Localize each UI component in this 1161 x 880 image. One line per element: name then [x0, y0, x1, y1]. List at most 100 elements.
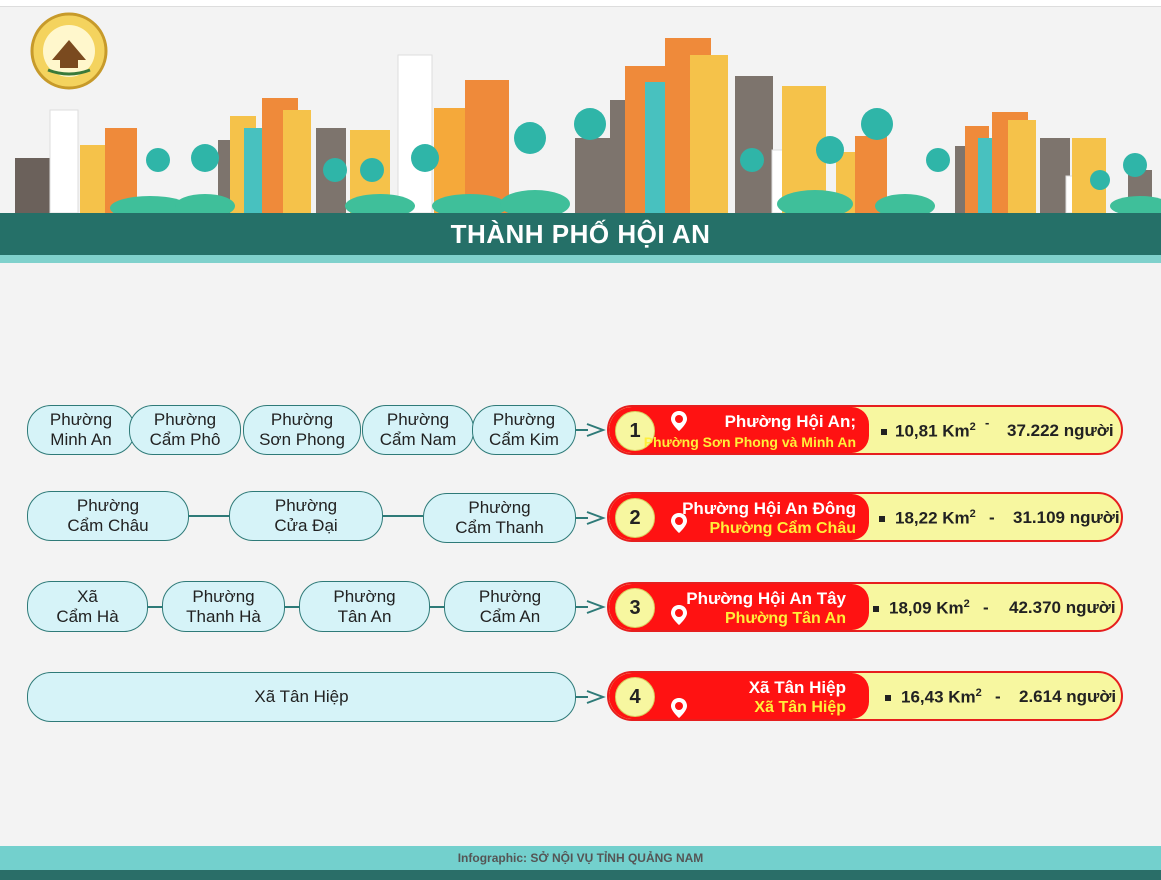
result-stats: 10,81 Km2 - 37.222 người [871, 407, 1121, 453]
result-merged: Xã Tân Hiệp [754, 699, 846, 716]
result-box: 4 Xã Tân Hiệp Xã Tân Hiệp 16,43 Km2 - 2.… [607, 671, 1123, 721]
top-border [0, 0, 1161, 7]
result-box: 3 Phường Hội An Tây Phường Tân An 18,09 … [607, 582, 1123, 632]
arrow-right-icon [586, 423, 606, 437]
result-box: 1 Phường Hội An; Phường Sơn Phong và Min… [607, 405, 1123, 455]
pill-line-2: Cẩm An [479, 606, 541, 626]
bullet-icon [873, 606, 879, 612]
area: 18,09 Km2 [889, 598, 970, 619]
source-pill: Phường Cẩm An [444, 581, 576, 632]
pill-line-2: Thanh Hà [186, 606, 261, 626]
arrow-right-icon [586, 690, 606, 704]
connector-line [189, 515, 229, 517]
source-pill: Phường Thanh Hà [162, 581, 285, 632]
connector-line [430, 606, 444, 608]
result-merged: Phường Tân An [724, 610, 846, 627]
area: 16,43 Km2 [901, 687, 982, 708]
source-pill: Phường Cẩm Nam [362, 405, 474, 455]
footer-bottom-strip [0, 870, 1161, 880]
connector-line [148, 606, 162, 608]
area: 10,81 Km2 [895, 421, 976, 442]
pill-line-1: Phường [153, 410, 217, 429]
area-value: 18,22 Km [895, 508, 970, 528]
footer-credit: Infographic: SỞ NỘI VỤ TỈNH QUẢNG NAM [457, 851, 704, 865]
area-unit-sup: 2 [963, 598, 970, 610]
pill-line-1: Phường [270, 410, 334, 429]
source-pill: Phường Cẩm Thanh [423, 493, 576, 543]
bullet-icon [879, 516, 885, 522]
title-underline [0, 255, 1161, 263]
separator: - [995, 687, 1001, 706]
result-name: Xã Tân Hiệp [748, 678, 846, 697]
pill-line-1: Phường [478, 586, 542, 606]
emblem-logo [30, 12, 108, 90]
pill-line-1: Phường [49, 410, 113, 429]
pill-line-1: Phường [492, 410, 556, 429]
separator: - [983, 598, 989, 617]
pill-line-1: Phường [76, 496, 140, 515]
location-pin-icon [671, 698, 687, 718]
arrow-right-icon [586, 511, 606, 525]
result-stats: 18,22 Km2 - 31.109 người [871, 494, 1121, 540]
result-merged: Phường Cẩm Châu [709, 520, 856, 537]
pill-line-1: Phường [333, 586, 396, 606]
separator: - [989, 508, 995, 527]
source-pill: Xã Tân Hiệp [27, 672, 576, 722]
result-number-badge: 2 [615, 498, 655, 538]
population: 2.614 người [1019, 687, 1117, 706]
result-box: 2 Phường Hội An Đông Phường Cẩm Châu 18,… [607, 492, 1123, 542]
result-merged: Phường Sơn Phong và Minh An [643, 434, 856, 450]
pill-line-1: Phường [274, 496, 338, 515]
location-pin-icon [671, 411, 687, 431]
source-pill: Phường Tân An [299, 581, 430, 632]
connector-line [383, 515, 423, 517]
pill-line-1: Phường [192, 586, 255, 606]
area-value: 16,43 Km [901, 687, 976, 707]
result-number-badge: 4 [615, 677, 655, 717]
pill-line-1: Phường [386, 410, 450, 429]
population: 37.222 người [1007, 421, 1114, 440]
arrow-right-icon [586, 600, 606, 614]
bullet-icon [881, 429, 887, 435]
area-value: 18,09 Km [889, 598, 964, 618]
pill-line-2: Sơn Phong [259, 430, 345, 449]
pill-line-2: Cẩm Thanh [455, 518, 544, 537]
result-name: Phường Hội An; [724, 412, 856, 431]
result-stats: 16,43 Km2 - 2.614 người [871, 673, 1121, 719]
connector-line [285, 606, 299, 608]
pill-line-2: Cẩm Kim [489, 430, 559, 449]
source-pill: Phường Cẩm Phô [129, 405, 241, 455]
footer-bar: Infographic: SỞ NỘI VỤ TỈNH QUẢNG NAM [0, 846, 1161, 870]
source-pill: Xã Cẩm Hà [27, 581, 148, 632]
source-pill: Phường Cửa Đại [229, 491, 383, 541]
area-unit-sup: 2 [975, 687, 982, 699]
area: 18,22 Km2 [895, 508, 976, 529]
result-name: Phường Hội An Đông [682, 499, 856, 518]
title-bar: THÀNH PHỐ HỘI AN [0, 213, 1161, 255]
source-pill: Phường Cẩm Kim [472, 405, 576, 455]
pill-line-2: Cẩm Nam [379, 430, 457, 449]
city-skyline-illustration [15, 38, 1161, 215]
result-name: Phường Hội An Tây [686, 589, 846, 608]
pill-line-1: Phường [468, 498, 531, 517]
pill-line-1: Xã [77, 586, 98, 606]
pill-line-2: Minh An [50, 430, 112, 449]
pill-line-2: Cửa Đại [274, 516, 338, 535]
result-number-badge: 3 [615, 588, 655, 628]
pill-line-1: Xã Tân Hiệp [254, 687, 349, 706]
bullet-icon [885, 695, 891, 701]
page-title: THÀNH PHỐ HỘI AN [450, 219, 711, 249]
result-stats: 18,09 Km2 - 42.370 người [871, 584, 1121, 630]
pill-line-2: Cẩm Phô [149, 430, 221, 449]
area-unit-sup: 2 [969, 508, 976, 520]
source-pill: Phường Minh An [27, 405, 135, 455]
separator: - [985, 415, 990, 430]
pill-line-2: Cẩm Châu [67, 516, 149, 535]
pill-line-2: Cẩm Hà [56, 606, 119, 626]
population: 42.370 người [1009, 598, 1116, 617]
source-pill: Phường Cẩm Châu [27, 491, 189, 541]
pill-line-2: Tân An [337, 606, 392, 626]
area-unit-sup: 2 [969, 421, 976, 433]
population: 31.109 người [1013, 508, 1120, 527]
area-value: 10,81 Km [895, 421, 970, 441]
